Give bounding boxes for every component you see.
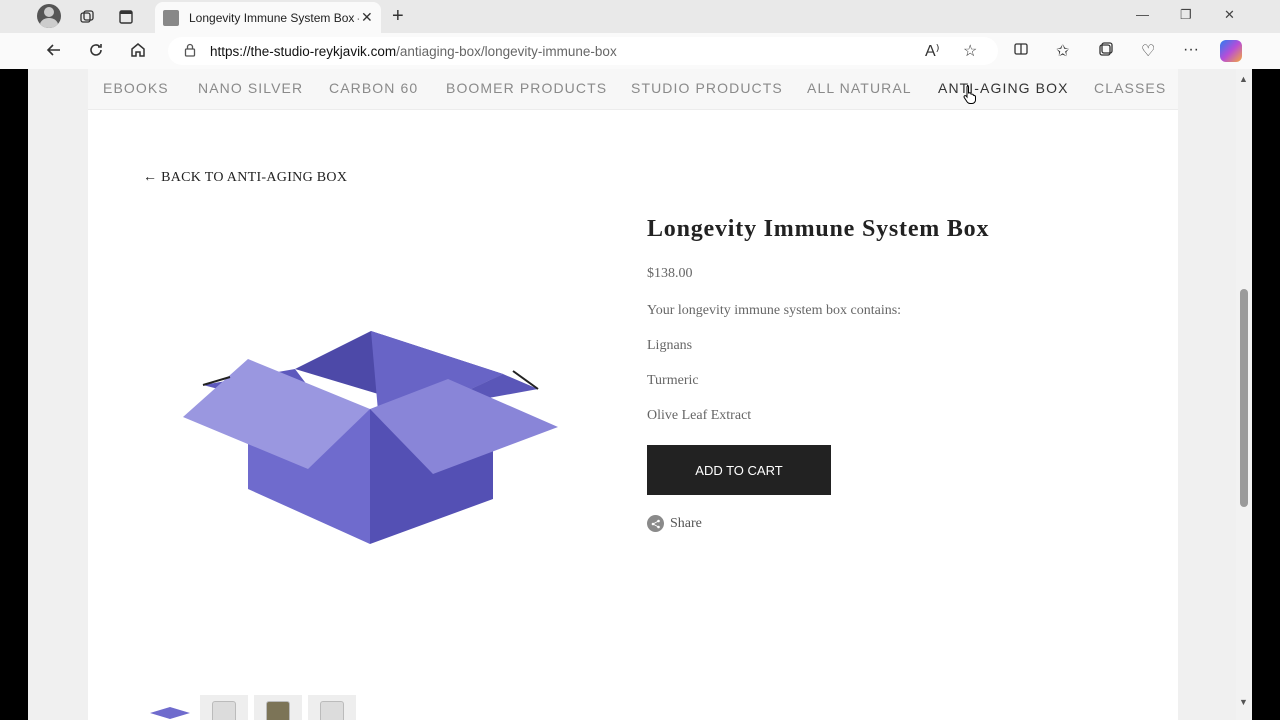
favorite-star-icon[interactable]: ☆ [963,41,977,61]
workspaces-icon[interactable] [75,5,99,29]
site-navigation: EBOOKS NANO SILVER CARBON 60 BOOMER PROD… [88,69,1178,110]
thumbnail-product-2[interactable] [200,695,248,720]
url-domain: https://the-studio-reykjavik.com [210,43,397,59]
scroll-up-arrow-icon[interactable]: ▲ [1239,74,1248,84]
close-window-icon[interactable]: ✕ [1224,7,1235,23]
url-bar[interactable]: https://the-studio-reykjavik.com/antiagi… [168,37,998,65]
nav-item-classes[interactable]: CLASSES [1094,80,1166,96]
product-thumbnails [146,695,356,720]
add-to-cart-button[interactable]: ADD TO CART [647,445,831,495]
share-button[interactable]: Share [647,515,702,532]
copilot-icon[interactable] [1220,40,1242,62]
thumbnail-box[interactable] [146,695,194,720]
browser-essentials-icon[interactable]: ♡ [1141,41,1155,61]
nav-item-all-natural[interactable]: ALL NATURAL [807,80,912,96]
url-text: https://the-studio-reykjavik.com/antiagi… [210,44,617,59]
share-label: Share [670,515,702,531]
minimize-icon[interactable]: — [1136,7,1149,22]
url-path: /antiaging-box/longevity-immune-box [396,43,617,59]
tab-title: Longevity Immune System Box — [189,10,359,25]
scroll-down-arrow-icon[interactable]: ▼ [1239,697,1248,707]
back-to-anti-aging-box-link[interactable]: ← BACK TO ANTI-AGING BOX [143,170,347,186]
thumbnail-product-4[interactable] [308,695,356,720]
tab-actions-icon[interactable] [114,5,138,29]
nav-item-anti-aging-box[interactable]: ANTI-AGING BOX [938,80,1069,96]
product-description: Your longevity immune system box contain… [647,303,902,318]
read-aloud-icon[interactable]: A⁾ [925,41,940,61]
address-toolbar: https://the-studio-reykjavik.com/antiagi… [0,33,1280,69]
more-options-icon[interactable]: ··· [1183,41,1199,59]
favorites-icon[interactable]: ✩ [1056,41,1069,61]
split-screen-icon[interactable] [1013,41,1029,62]
new-tab-icon[interactable]: + [392,5,404,28]
page-viewport: EBOOKS NANO SILVER CARBON 60 BOOMER PROD… [28,69,1236,720]
nav-item-boomer-products[interactable]: BOOMER PRODUCTS [446,80,607,96]
back-arrow-icon[interactable] [45,41,63,64]
site-favicon-icon [163,9,179,26]
product-image[interactable] [178,319,568,554]
profile-avatar-icon[interactable] [37,4,61,28]
product-title: Longevity Immune System Box [647,216,990,242]
nav-item-ebooks[interactable]: EBOOKS [103,80,169,96]
collections-icon[interactable] [1098,41,1114,62]
tab-bar: Longevity Immune System Box — ✕ + — ❐ ✕ [0,0,1280,33]
nav-item-studio-products[interactable]: STUDIO PRODUCTS [631,80,783,96]
thumbnail-product-3[interactable] [254,695,302,720]
scrollbar-thumb[interactable] [1240,289,1248,507]
active-tab[interactable]: Longevity Immune System Box — ✕ [155,2,381,33]
share-icon [647,515,664,532]
close-tab-icon[interactable]: ✕ [361,9,373,26]
hand-cursor-icon [963,84,977,104]
page-scrollbar[interactable]: ▲ ▼ [1236,69,1252,720]
refresh-icon[interactable] [87,41,105,64]
lock-icon[interactable] [184,43,196,60]
product-price: $138.00 [647,266,693,281]
content-item-turmeric: Turmeric [647,373,699,388]
home-icon[interactable] [129,41,147,64]
nav-item-nano-silver[interactable]: NANO SILVER [198,80,303,96]
content-item-lignans: Lignans [647,338,693,353]
nav-item-carbon-60[interactable]: CARBON 60 [329,80,418,96]
restore-icon[interactable]: ❐ [1180,7,1192,23]
content-item-olive-leaf-extract: Olive Leaf Extract [647,408,752,423]
